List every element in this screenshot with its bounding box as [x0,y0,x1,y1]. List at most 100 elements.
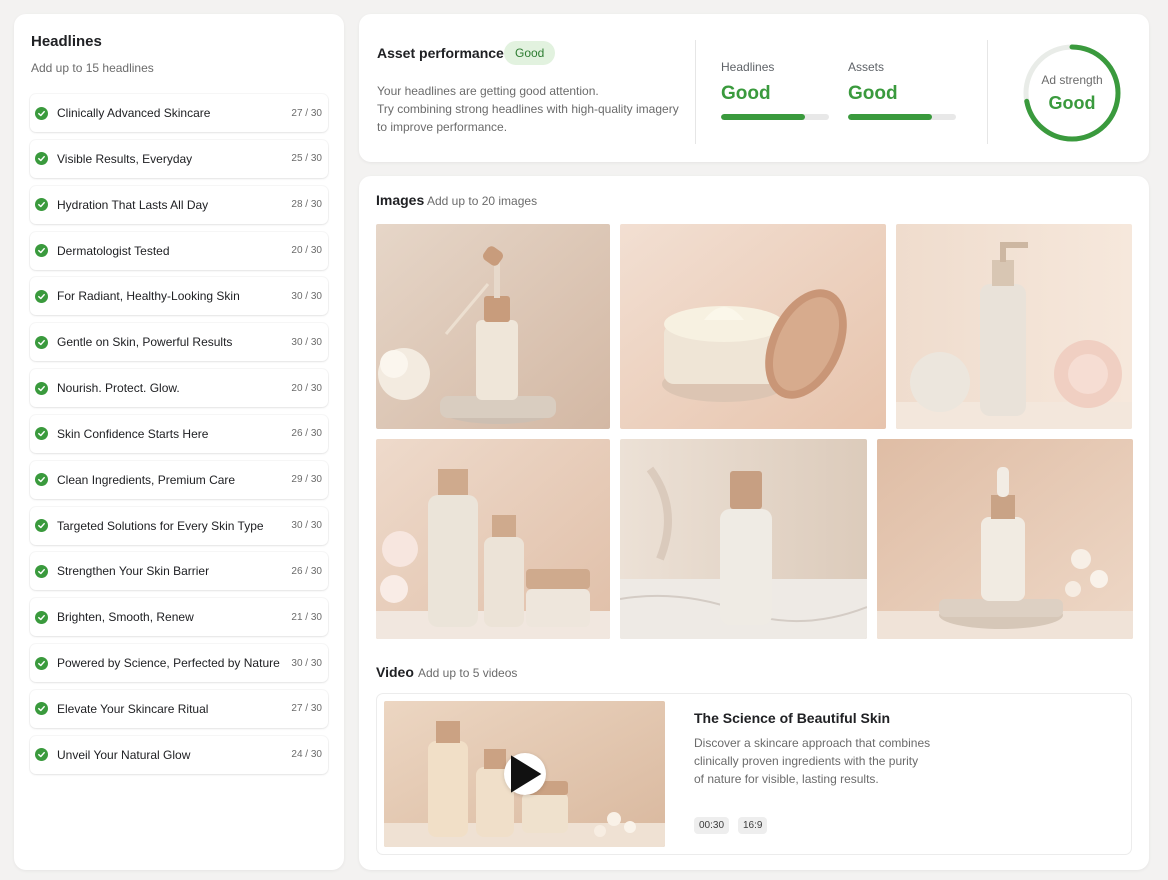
headlines-subtitle: Add up to 15 headlines [31,61,154,75]
headline-text: Hydration That Lasts All Day [57,197,209,212]
headlines-title: Headlines [31,33,102,50]
metric-value: Good [721,83,771,104]
video-subtitle: Add up to 5 videos [418,666,518,680]
character-count: 28 / 30 [291,199,322,211]
image-serum-dropper[interactable] [376,224,610,429]
check-circle-icon [35,656,48,670]
check-circle-icon [35,519,48,533]
progress-bar [848,114,956,120]
ad-strength-value: Good [1048,93,1096,113]
ad-strength-gauge: Ad strength Good [1020,41,1124,145]
check-circle-icon [35,473,48,487]
headline-row[interactable]: Clean Ingredients, Premium Care 29 / 30 [30,460,328,499]
character-count: 30 / 30 [291,336,322,348]
check-circle-icon [35,610,48,624]
headline-text: Powered by Science, Perfected by Nature [57,656,280,671]
headline-row[interactable]: Hydration That Lasts All Day 28 / 30 [30,185,328,224]
headline-row[interactable]: Skin Confidence Starts Here 26 / 30 [30,414,328,453]
metric-headlines: Headlines Good [721,60,829,120]
headline-text: Elevate Your Skincare Ritual [57,701,209,716]
character-count: 30 / 30 [291,520,322,532]
headline-row[interactable]: Visible Results, Everyday 25 / 30 [30,139,328,178]
headline-row[interactable]: Powered by Science, Perfected by Nature 3… [30,644,328,683]
headline-text: Strengthen Your Skin Barrier [57,564,210,579]
check-circle-icon [35,381,48,395]
duration-chip: 00:30 [694,817,730,834]
image-dropper-blossoms[interactable] [877,439,1133,639]
ad-strength-label: Ad strength [1041,73,1103,87]
headline-row[interactable]: For Radiant, Healthy-Looking Skin 30 / 30 [30,277,328,316]
aspect-ratio-chip: 16:9 [738,817,768,834]
status-badge: Good [504,41,556,65]
headline-row[interactable]: Targeted Solutions for Every Skin Type 30… [30,506,328,545]
headline-row[interactable]: Unveil Your Natural Glow 24 / 30 [30,735,328,774]
character-count: 25 / 30 [291,153,322,165]
character-count: 30 / 30 [291,290,322,302]
image-product-set[interactable] [376,439,610,639]
performance-description: Your headlines are getting good attentio… [377,82,687,136]
character-count: 27 / 30 [291,703,322,715]
check-circle-icon [35,106,48,120]
progress-fill [721,114,806,120]
check-circle-icon [35,702,48,716]
metric-value: Good [848,83,898,104]
play-button[interactable] [504,753,546,795]
headline-list: Clinically Advanced Skincare 27 / 30 Visib… [30,94,328,782]
video-card[interactable]: The Science of Beautiful Skin Discover a… [377,694,1131,854]
headline-text: Visible Results, Everyday [57,151,193,166]
video-description-line: of nature for visible, lasting results. [694,772,879,786]
video-thumbnail[interactable] [384,701,665,847]
check-circle-icon [35,335,48,349]
headline-text: Gentle on Skin, Powerful Results [57,335,233,350]
check-circle-icon [35,244,48,258]
performance-description-line: to improve performance. [377,120,508,134]
character-count: 26 / 30 [291,565,322,577]
play-icon [511,755,542,793]
image-pump-bottle[interactable] [896,224,1132,429]
headline-row[interactable]: Clinically Advanced Skincare 27 / 30 [30,94,328,132]
metric-label: Assets [848,60,885,74]
metric-assets: Assets Good [848,60,956,120]
character-count: 20 / 30 [291,245,322,257]
headline-text: Nourish. Protect. Glow. [57,381,180,396]
metric-label: Headlines [721,60,775,74]
check-circle-icon [35,564,48,578]
headline-text: Clean Ingredients, Premium Care [57,472,236,487]
character-count: 30 / 30 [291,657,322,669]
images-subtitle: Add up to 20 images [427,194,538,208]
video-description-line: clinically proven ingredients with the p… [694,754,919,768]
character-count: 20 / 30 [291,382,322,394]
images-title: Images [376,192,425,208]
headline-text: Brighten, Smooth, Renew [57,610,194,625]
headline-text: For Radiant, Healthy-Looking Skin [57,289,240,304]
character-count: 26 / 30 [291,428,322,440]
headline-text: Clinically Advanced Skincare [57,106,211,120]
headline-row[interactable]: Nourish. Protect. Glow. 20 / 30 [30,369,328,408]
progress-bar [721,114,829,120]
video-description-line: Discover a skincare approach that combin… [694,736,931,750]
video-title: Video [376,664,414,680]
headline-row[interactable]: Strengthen Your Skin Barrier 26 / 30 [30,552,328,591]
headline-row[interactable]: Elevate Your Skincare Ritual 27 / 30 [30,689,328,728]
image-cream-jar[interactable] [620,224,886,429]
headline-row[interactable]: Dermatologist Tested 20 / 30 [30,231,328,270]
headline-row[interactable]: Brighten, Smooth, Renew 21 / 30 [30,598,328,637]
image-marble-bottle[interactable] [620,439,867,639]
character-count: 29 / 30 [291,474,322,486]
check-circle-icon [35,198,48,212]
asset-performance-title: Asset performance [377,45,504,61]
check-circle-icon [35,427,48,441]
asset-performance-card: Asset performance Good Your headlines ar… [359,14,1149,162]
character-count: 21 / 30 [291,611,322,623]
divider [695,40,696,144]
media-card: Images Add up to 20 images Video Add up … [359,176,1149,870]
performance-description-line: Try combining strong headlines with high… [377,102,679,116]
video-card-title: The Science of Beautiful Skin [694,710,891,726]
headline-text: Targeted Solutions for Every Skin Type [57,518,264,533]
character-count: 24 / 30 [291,749,322,761]
headline-row[interactable]: Gentle on Skin, Powerful Results 30 / 30 [30,323,328,362]
check-circle-icon [35,289,48,303]
progress-fill [848,114,933,120]
check-circle-icon [35,748,48,762]
headline-text: Skin Confidence Starts Here [57,426,209,441]
